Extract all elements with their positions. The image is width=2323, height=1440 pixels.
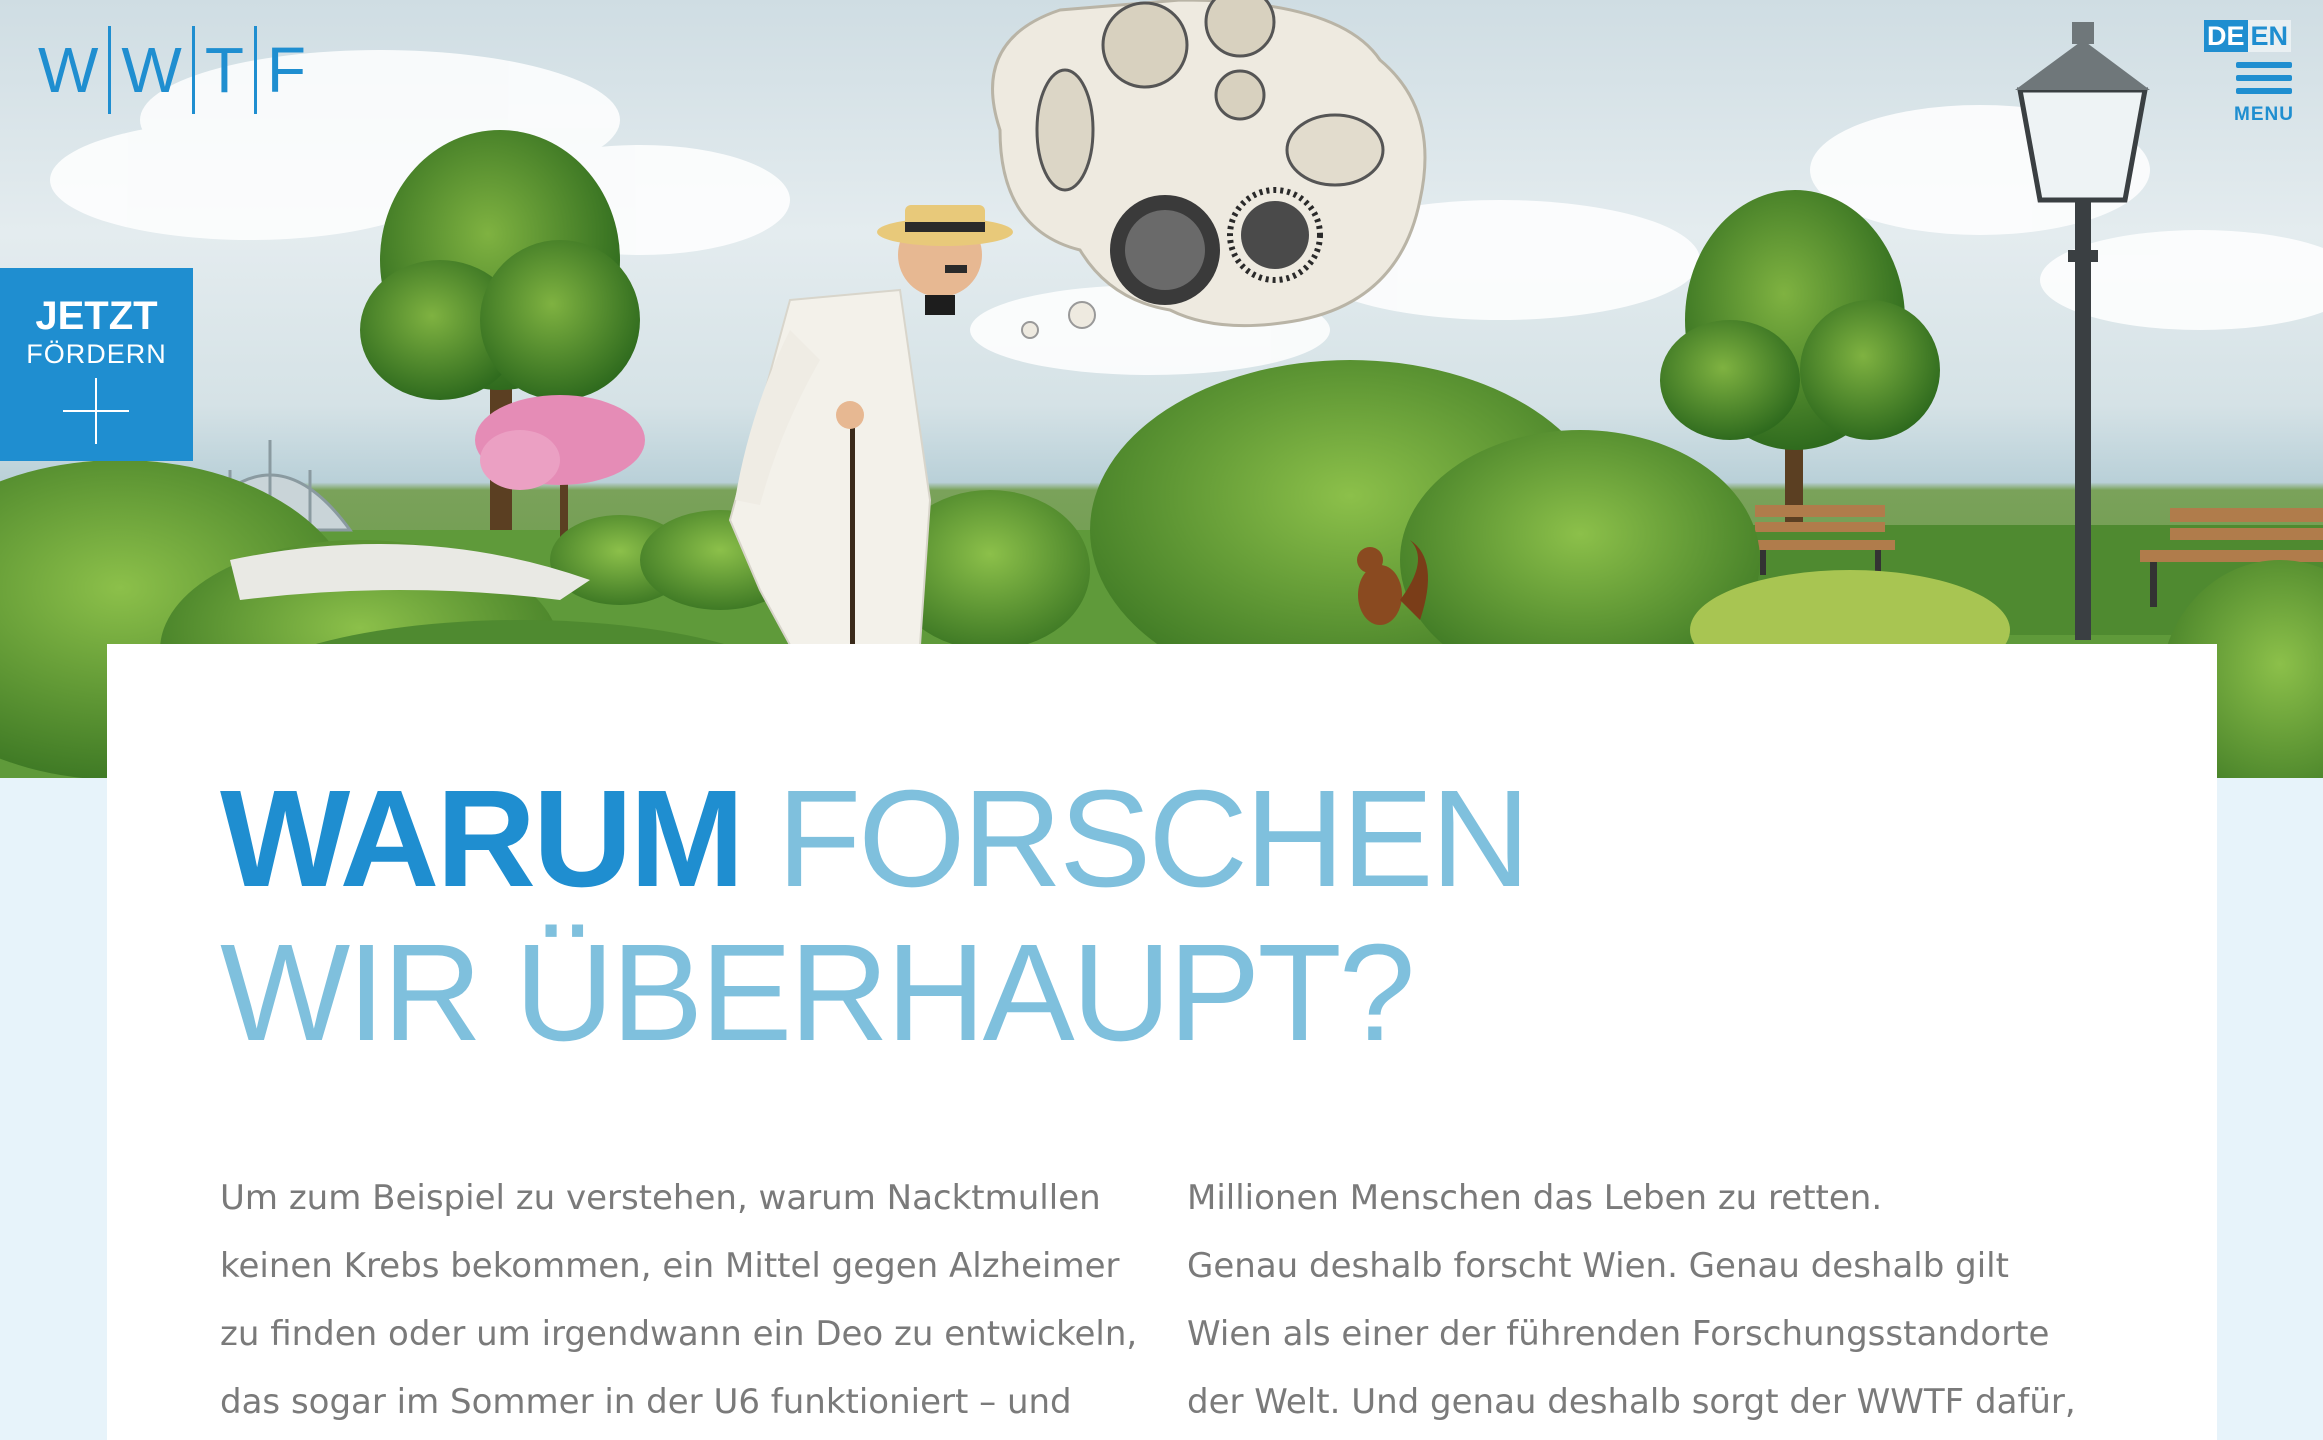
logo-letter-t: T [204,34,244,106]
content-card: WARUM FORSCHEN WIR ÜBERHAUPT? Um zum Bei… [107,644,2217,1440]
paragraph-line: zu finden oder um irgendwann ein Deo zu … [220,1314,1138,1354]
cta-line-1: JETZT [35,294,158,338]
hamburger-icon-line [2236,88,2292,94]
logo-letter-f: F [266,34,306,106]
paragraph-line: Um zum Beispiel zu verstehen, warum Nack… [220,1178,1101,1218]
menu-button[interactable]: MENU [2232,62,2296,126]
plus-icon [63,378,129,444]
hamburger-icon-line [2236,75,2292,81]
lang-en-link[interactable]: EN [2247,20,2292,52]
jetzt-foerdern-button[interactable]: JETZT FÖRDERN [0,268,193,461]
thought-bubble [991,0,1427,339]
paragraph-line: der Welt. Und genau deshalb sorgt der WW… [1187,1382,2076,1422]
heading-light-1: FORSCHEN [776,762,1530,916]
menu-label: MENU [2234,104,2294,125]
logo-letter-w2: W [121,34,182,106]
paragraph-line: keinen Krebs bekommen, ein Mittel gegen … [220,1246,1120,1286]
text-column-right: Millionen Menschen das Leben zu retten. … [1187,1164,2127,1436]
paragraph-line: Wien als einer der führenden Forschungss… [1187,1314,2050,1354]
page-heading: WARUM FORSCHEN WIR ÜBERHAUPT? [220,762,1530,1070]
heading-light-2: WIR ÜBERHAUPT? [220,916,1415,1070]
logo-letter-w1: W [38,34,99,106]
wwtf-logo[interactable]: W W T F [28,26,316,114]
heading-strong: WARUM [220,762,745,916]
language-switch: DE EN [2204,20,2292,52]
paragraph-line: Genau deshalb forscht Wien. Genau deshal… [1187,1246,2009,1286]
cta-line-2: FÖRDERN [26,339,167,369]
paragraph-line: das sogar im Sommer in der U6 funktionie… [220,1382,1072,1422]
paragraph-line: Millionen Menschen das Leben zu retten. [1187,1178,1883,1218]
hamburger-icon [2236,62,2292,68]
lang-de-link[interactable]: DE [2204,20,2248,52]
text-column-left: Um zum Beispiel zu verstehen, warum Nack… [220,1164,1160,1436]
